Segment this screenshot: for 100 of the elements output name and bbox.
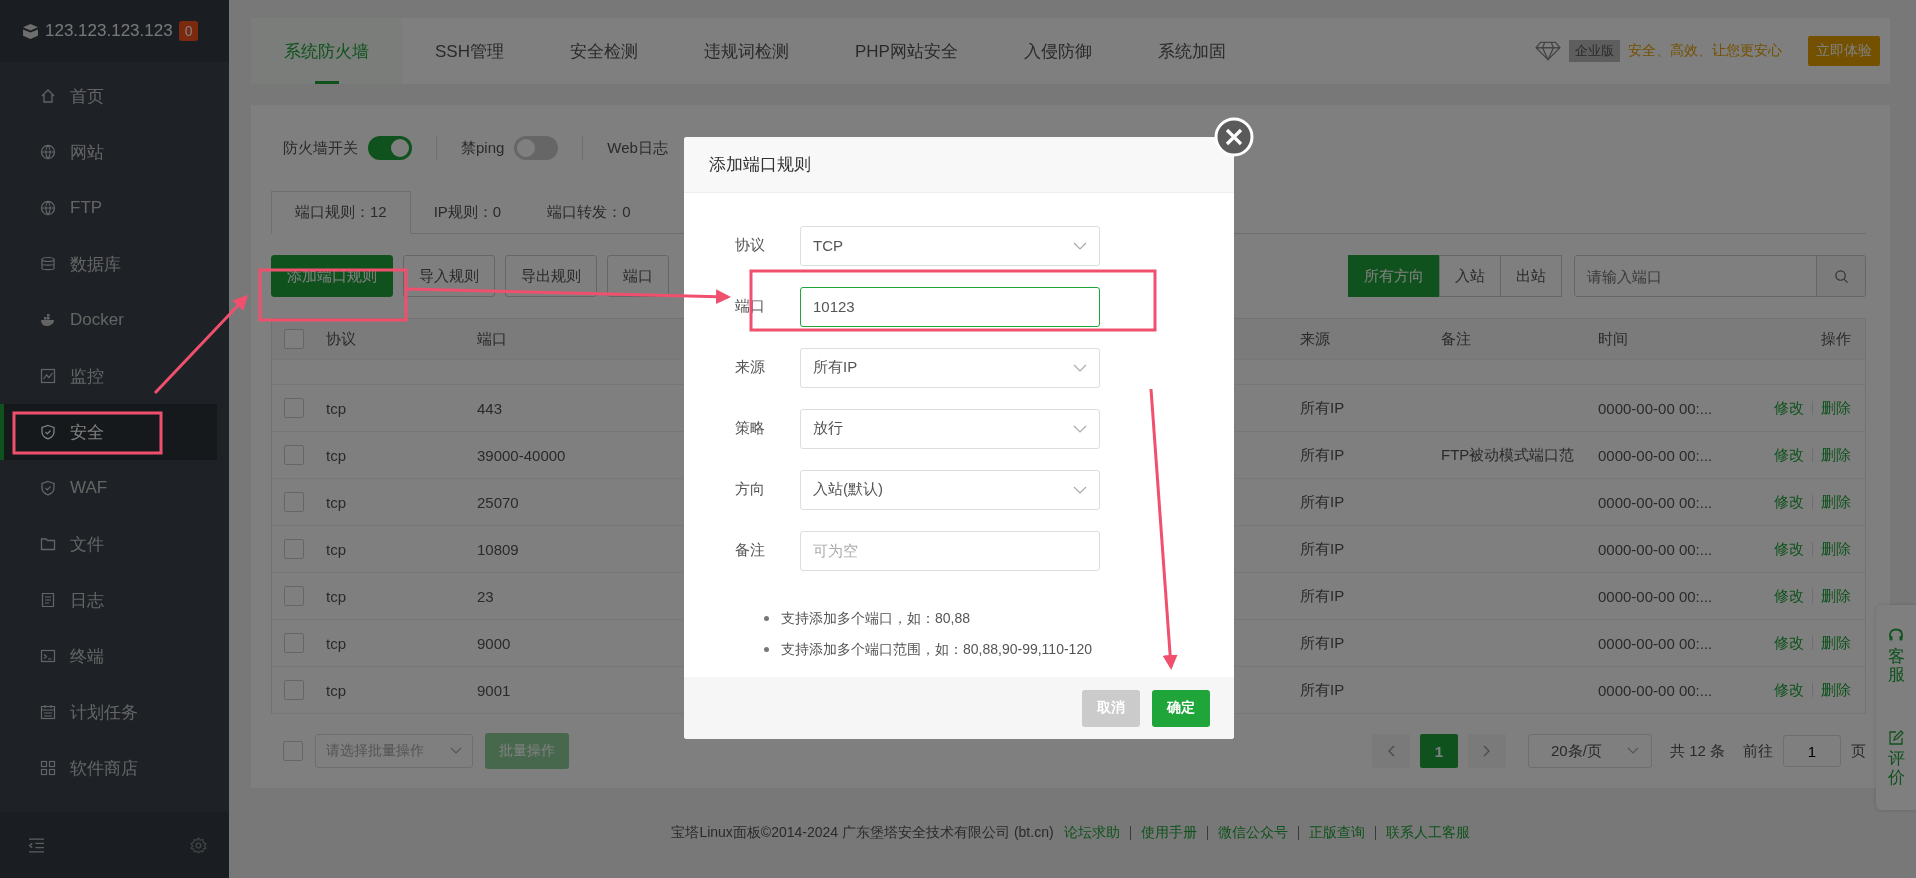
sidebar-item[interactable]: 计划任务: [0, 684, 217, 740]
footer-link[interactable]: 论坛求助: [1063, 824, 1120, 842]
sidebar-item[interactable]: Docker: [0, 292, 217, 348]
select-all-checkbox[interactable]: [284, 329, 304, 349]
action-link[interactable]: 删除: [1821, 633, 1851, 653]
row-checkbox[interactable]: [284, 445, 304, 465]
action-link[interactable]: 修改: [1774, 398, 1804, 418]
grid-icon: [40, 760, 56, 776]
column-header: 来源: [1299, 329, 1331, 349]
action-link[interactable]: 删除: [1821, 445, 1851, 465]
page-number[interactable]: 1: [1419, 734, 1458, 768]
input-field[interactable]: 10123: [800, 286, 1100, 327]
tab[interactable]: 系统加固: [1124, 18, 1259, 84]
batch-checkbox[interactable]: [283, 741, 303, 761]
column-header: 时间: [1597, 329, 1629, 349]
close-icon[interactable]: [1214, 117, 1254, 157]
direction-filter[interactable]: 出站: [1500, 255, 1562, 297]
table-cell-text: 所有IP: [1299, 680, 1345, 700]
sidebar-item[interactable]: 数据库: [0, 236, 217, 292]
next-page-button[interactable]: [1467, 734, 1506, 768]
settings-icon[interactable]: [190, 836, 207, 854]
tab[interactable]: 入侵防御: [990, 18, 1125, 84]
footer-link[interactable]: 联系人工客服: [1385, 824, 1470, 842]
rule-tab[interactable]: 端口转发：0: [524, 191, 654, 233]
tab[interactable]: 安全检测: [536, 18, 671, 84]
footer-link[interactable]: 使用手册: [1140, 824, 1197, 842]
tab[interactable]: PHP网站安全: [821, 18, 991, 84]
sidebar-item[interactable]: 监控: [0, 348, 217, 404]
select-field[interactable]: 放行: [800, 408, 1100, 449]
tab[interactable]: 系统防火墙: [251, 18, 402, 84]
chevron-right-icon: [1482, 745, 1491, 757]
action-link[interactable]: 修改: [1774, 680, 1804, 700]
dialog-button[interactable]: 确定: [1152, 689, 1210, 727]
page-size-select[interactable]: 20条/页: [1527, 734, 1652, 768]
headset-icon[interactable]: [1888, 627, 1904, 644]
tab[interactable]: SSH管理: [402, 18, 537, 84]
table-cell-text: 443: [476, 399, 503, 417]
toggle-switch[interactable]: [368, 136, 412, 160]
action-link[interactable]: 删除: [1821, 539, 1851, 559]
toolbar-button[interactable]: 导入规则: [403, 255, 495, 297]
field-label: 协议: [734, 236, 766, 255]
table-cell-text: 所有IP: [1299, 586, 1345, 606]
chevron-left-icon: [1386, 745, 1395, 757]
column-header: 操作: [1820, 329, 1852, 349]
chevron-down-icon: [1073, 424, 1087, 433]
row-checkbox[interactable]: [284, 539, 304, 559]
action-link[interactable]: 删除: [1821, 680, 1851, 700]
sidebar-item[interactable]: 首页: [0, 68, 217, 124]
select-field[interactable]: 入站(默认): [800, 469, 1100, 510]
action-link[interactable]: 修改: [1774, 586, 1804, 606]
toolbar-button[interactable]: 导出规则: [505, 255, 597, 297]
sidebar-item[interactable]: 网站: [0, 124, 217, 180]
action-link[interactable]: 修改: [1774, 492, 1804, 512]
select-field[interactable]: TCP: [800, 225, 1100, 266]
table-cell-text: tcp: [325, 540, 346, 558]
row-checkbox[interactable]: [284, 680, 304, 700]
row-checkbox[interactable]: [284, 398, 304, 418]
sidebar-item[interactable]: WAF: [0, 460, 217, 516]
edit-icon[interactable]: [1888, 730, 1904, 747]
action-link[interactable]: 修改: [1774, 633, 1804, 653]
row-checkbox[interactable]: [284, 633, 304, 653]
search-icon[interactable]: [1833, 268, 1849, 284]
search-field[interactable]: 请输入端口: [1574, 255, 1817, 297]
sidebar-item[interactable]: 软件商店: [0, 740, 217, 796]
sidebar-item[interactable]: 日志: [0, 572, 217, 628]
toolbar-button[interactable]: 端口: [607, 255, 669, 297]
action-link[interactable]: 删除: [1821, 492, 1851, 512]
server-address: 123.123.123.123: [45, 21, 173, 41]
goto-page-field[interactable]: 1: [1783, 735, 1841, 767]
footer-link[interactable]: 微信公众号: [1217, 824, 1288, 842]
folder-icon: [40, 536, 56, 552]
table-cell-text: tcp: [325, 399, 346, 417]
direction-filter[interactable]: 所有方向: [1348, 255, 1440, 297]
toggle-switch[interactable]: [514, 136, 559, 160]
action-link[interactable]: 修改: [1774, 539, 1804, 559]
sidebar-item[interactable]: FTP: [0, 180, 217, 236]
prev-page-button[interactable]: [1371, 734, 1410, 768]
action-link[interactable]: 修改: [1774, 445, 1804, 465]
collapse-icon[interactable]: [28, 836, 45, 854]
direction-filter[interactable]: 入站: [1439, 255, 1501, 297]
action-link[interactable]: 删除: [1821, 586, 1851, 606]
notification-badge[interactable]: 0: [178, 21, 199, 41]
rule-tab[interactable]: 端口规则：12: [271, 191, 411, 234]
footer-link[interactable]: 正版查询: [1308, 824, 1365, 842]
rule-tab[interactable]: IP规则：0: [410, 191, 525, 233]
chevron-down-icon: [1073, 363, 1087, 372]
select-field[interactable]: 所有IP: [800, 347, 1100, 388]
action-link[interactable]: 删除: [1821, 398, 1851, 418]
widget-label[interactable]: 评价: [1887, 750, 1905, 788]
tab[interactable]: 违规词检测: [670, 18, 822, 84]
search-button[interactable]: [1817, 255, 1866, 297]
widget-label[interactable]: 客服: [1887, 647, 1905, 685]
row-checkbox[interactable]: [284, 586, 304, 606]
row-checkbox[interactable]: [284, 492, 304, 512]
table-cell-text: 9000: [476, 634, 511, 652]
table-cell-text: 0000-00-00 00:...: [1597, 446, 1713, 464]
sidebar-item[interactable]: 终端: [0, 628, 217, 684]
try-now-button[interactable]: 立即体验: [1808, 36, 1880, 66]
sidebar-item[interactable]: 文件: [0, 516, 217, 572]
input-field[interactable]: 可为空: [800, 530, 1100, 571]
